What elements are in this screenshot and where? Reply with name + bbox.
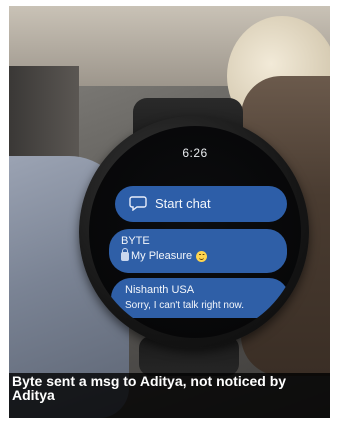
conversation-name: Nishanth USA [125,284,195,296]
screenshot-frame: 6:26 Start chat BYTE My Pleasure Nishant… [0,0,337,428]
clock-time: 6:26 [182,146,208,160]
conversation-item-byte[interactable]: BYTE My Pleasure [109,229,287,273]
conversation-preview: My Pleasure [121,247,208,262]
start-chat-button[interactable]: Start chat [115,186,287,222]
start-chat-label: Start chat [155,196,211,211]
caption-text: Byte sent a msg to Aditya, not noticed b… [12,373,287,403]
conversation-name: BYTE [121,235,150,247]
watch-photo: 6:26 Start chat BYTE My Pleasure Nishant… [9,6,330,418]
conversation-item-nishanth[interactable]: Nishanth USA Sorry, I can't talk right n… [111,278,289,318]
smile-emoji-icon [196,250,208,262]
conversation-message: Sorry, I can't talk right now. [125,300,244,311]
chat-bubble-icon [129,196,147,211]
conversation-message: My Pleasure [131,250,193,262]
lock-icon [121,247,129,261]
watch-screen: 6:26 Start chat BYTE My Pleasure Nishant… [89,126,301,338]
